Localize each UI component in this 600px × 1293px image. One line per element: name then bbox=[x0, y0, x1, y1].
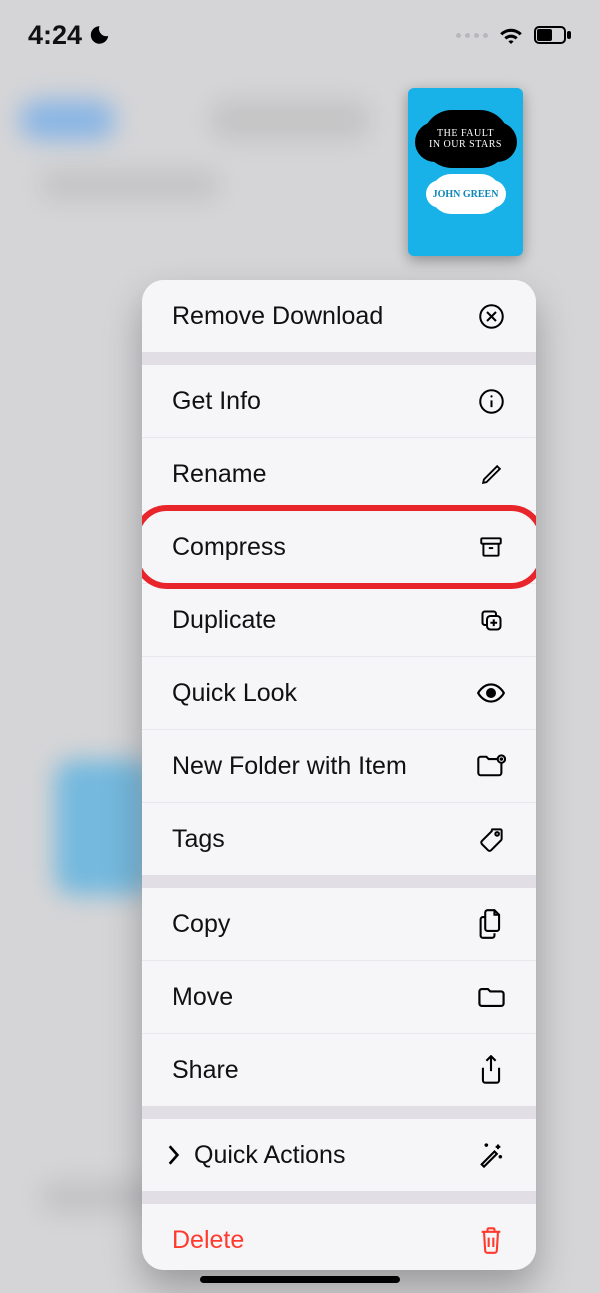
info-circle-icon bbox=[476, 386, 506, 416]
menu-item-label: Rename bbox=[172, 460, 476, 489]
duplicate-icon bbox=[476, 605, 506, 635]
book-title-line2: IN OUR STARS bbox=[429, 139, 502, 150]
menu-item-compress[interactable]: Compress bbox=[142, 511, 536, 584]
menu-separator bbox=[142, 1191, 536, 1204]
context-menu: Remove Download Get Info Rename Compress Dup… bbox=[142, 280, 536, 1270]
book-title-line1: THE FAULT bbox=[437, 128, 494, 139]
menu-item-new-folder-with-item[interactable]: New Folder with Item bbox=[142, 730, 536, 803]
menu-item-move[interactable]: Move bbox=[142, 961, 536, 1034]
wand-icon bbox=[476, 1140, 506, 1170]
menu-item-label: Share bbox=[172, 1056, 476, 1085]
share-icon bbox=[476, 1055, 506, 1085]
menu-item-quick-look[interactable]: Quick Look bbox=[142, 657, 536, 730]
menu-item-label: Compress bbox=[172, 533, 476, 562]
menu-item-remove-download[interactable]: Remove Download bbox=[142, 280, 536, 352]
wifi-icon bbox=[498, 25, 524, 45]
eye-icon bbox=[476, 678, 506, 708]
menu-item-label: Quick Look bbox=[172, 679, 476, 708]
x-circle-icon bbox=[476, 301, 506, 331]
home-indicator bbox=[200, 1276, 400, 1283]
status-bar: 4:24 bbox=[0, 0, 600, 70]
menu-item-delete[interactable]: Delete bbox=[142, 1204, 536, 1270]
menu-item-copy[interactable]: Copy bbox=[142, 888, 536, 961]
tag-icon bbox=[476, 824, 506, 854]
menu-item-label: Duplicate bbox=[172, 606, 476, 635]
menu-item-label: Remove Download bbox=[172, 302, 476, 331]
dnd-moon-icon bbox=[88, 24, 110, 46]
menu-item-get-info[interactable]: Get Info bbox=[142, 365, 536, 438]
status-bar-right bbox=[456, 25, 572, 45]
book-author: JOHN GREEN bbox=[433, 189, 499, 200]
doc-on-doc-icon bbox=[476, 909, 506, 939]
folder-plus-icon bbox=[476, 751, 506, 781]
chevron-right-icon bbox=[166, 1144, 180, 1166]
menu-item-rename[interactable]: Rename bbox=[142, 438, 536, 511]
folder-icon bbox=[476, 982, 506, 1012]
menu-separator bbox=[142, 1106, 536, 1119]
menu-item-label: New Folder with Item bbox=[172, 752, 476, 781]
menu-separator bbox=[142, 352, 536, 365]
menu-item-quick-actions[interactable]: Quick Actions bbox=[142, 1119, 536, 1191]
menu-item-label: Get Info bbox=[172, 387, 476, 416]
menu-item-share[interactable]: Share bbox=[142, 1034, 536, 1106]
menu-item-label: Quick Actions bbox=[194, 1141, 476, 1170]
menu-item-duplicate[interactable]: Duplicate bbox=[142, 584, 536, 657]
book-author-cloud: JOHN GREEN bbox=[431, 174, 501, 214]
book-title-cloud: THE FAULTIN OUR STARS bbox=[423, 110, 509, 168]
menu-item-label: Delete bbox=[172, 1226, 476, 1255]
menu-item-label: Copy bbox=[172, 910, 476, 939]
status-time: 4:24 bbox=[28, 20, 82, 51]
trash-icon bbox=[476, 1225, 506, 1255]
menu-item-label: Tags bbox=[172, 825, 476, 854]
menu-item-label: Move bbox=[172, 983, 476, 1012]
menu-separator bbox=[142, 875, 536, 888]
pencil-icon bbox=[476, 459, 506, 489]
status-bar-left: 4:24 bbox=[28, 20, 110, 51]
archive-box-icon bbox=[476, 532, 506, 562]
status-dots-icon bbox=[456, 33, 488, 38]
file-preview-thumbnail[interactable]: THE FAULTIN OUR STARS JOHN GREEN bbox=[408, 88, 523, 256]
battery-icon bbox=[534, 26, 572, 44]
menu-item-tags[interactable]: Tags bbox=[142, 803, 536, 875]
